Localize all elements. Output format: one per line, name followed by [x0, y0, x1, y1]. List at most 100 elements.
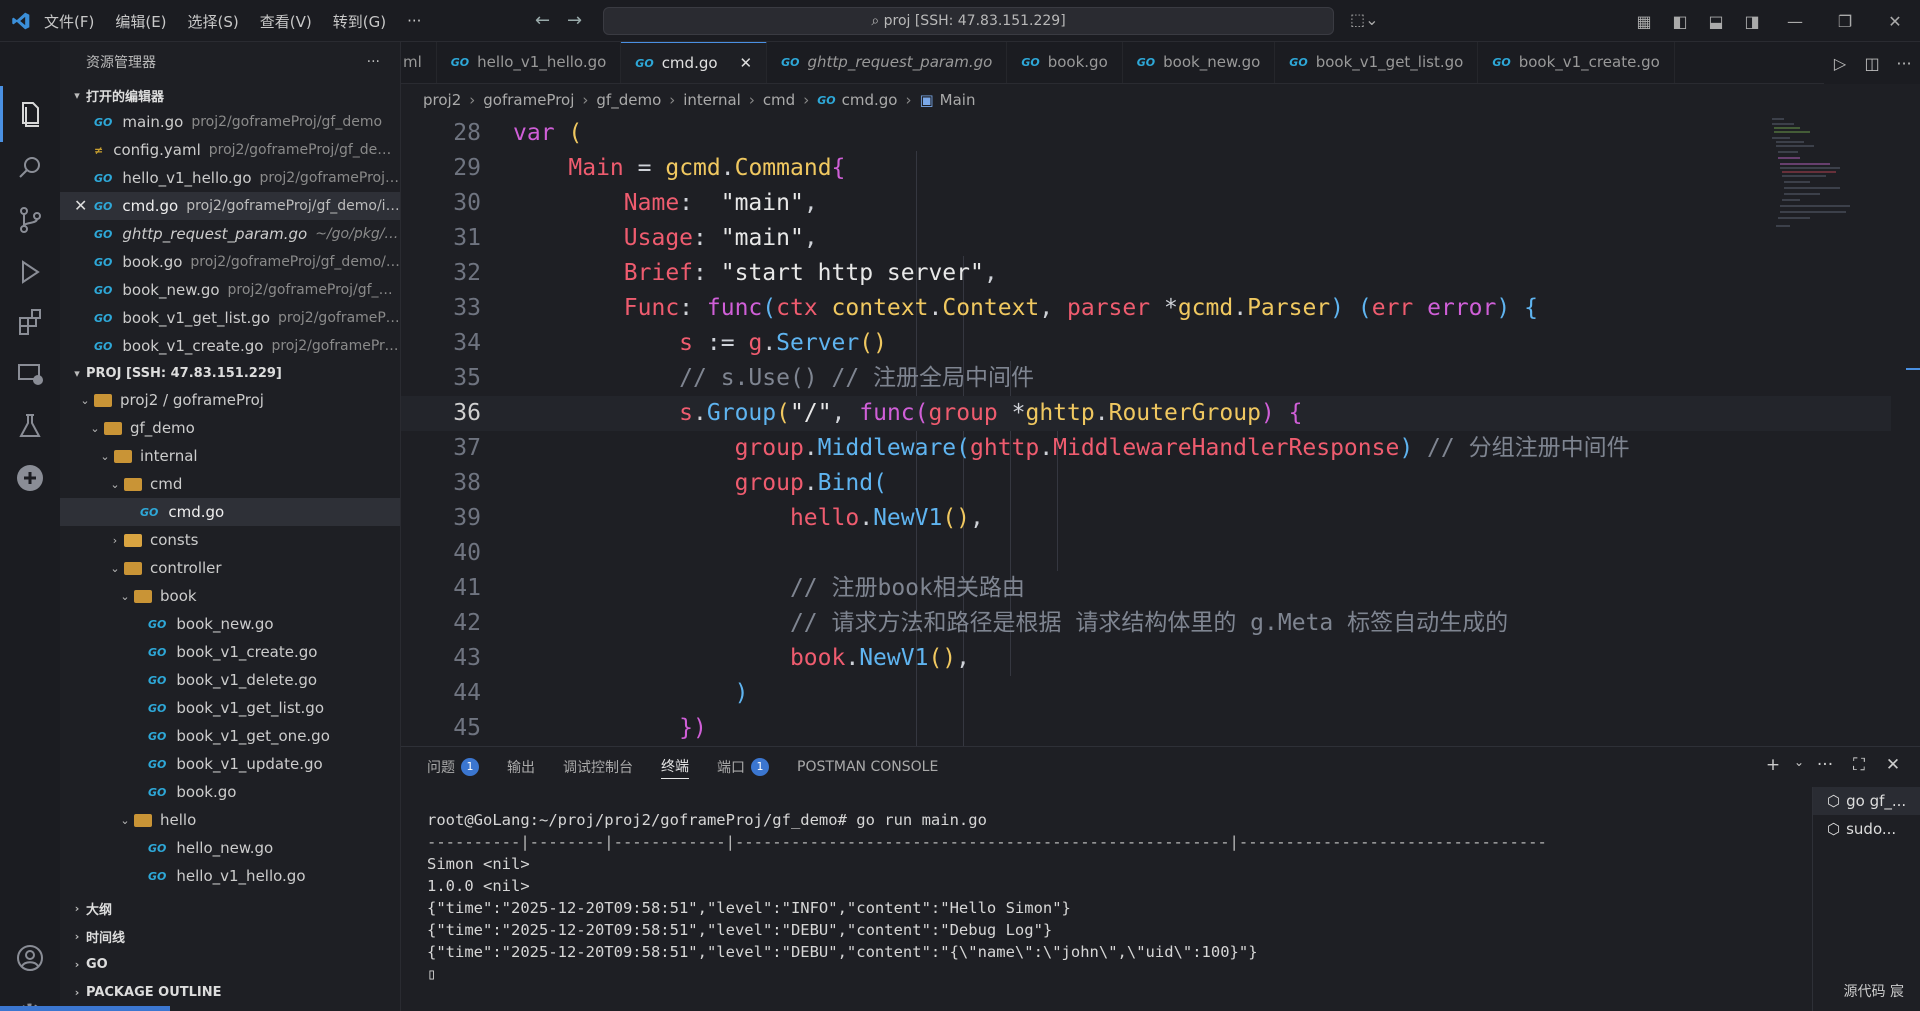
tree-file-selected[interactable]: GO cmd.go: [60, 498, 400, 526]
tab-cmd-active[interactable]: GO cmd.go ✕: [621, 42, 768, 83]
tree-folder[interactable]: ⌄ gf_demo: [60, 414, 400, 442]
explorer-icon[interactable]: [14, 98, 46, 130]
maximize-panel-icon[interactable]: ⛶: [1842, 755, 1876, 775]
toggle-panel-icon[interactable]: ⬓: [1698, 12, 1734, 31]
copilot-chat-icon[interactable]: ⬚⌄: [1350, 10, 1379, 29]
tree-file[interactable]: GO book_v1_update.go: [60, 750, 400, 778]
tab-ports[interactable]: 端口 1: [717, 757, 769, 777]
active-indicator: [0, 86, 3, 142]
open-editor-item[interactable]: ≠ config.yaml proj2/goframeProj/gf_dem...: [60, 136, 400, 164]
tab-book-v1-get-list[interactable]: GO book_v1_get_list.go: [1275, 42, 1479, 83]
breadcrumb-item[interactable]: Main: [940, 91, 976, 109]
tree-file[interactable]: GO book_v1_get_one.go: [60, 722, 400, 750]
tab-book[interactable]: GO book.go: [1007, 42, 1123, 83]
go-section[interactable]: › GO: [60, 950, 400, 978]
timeline-section[interactable]: › 时间线: [60, 922, 400, 950]
restore-icon[interactable]: ❐: [1820, 12, 1870, 31]
menu-more[interactable]: ···: [407, 12, 421, 30]
chevron-down-icon[interactable]: ⌄: [1790, 755, 1808, 775]
tab-debug-console[interactable]: 调试控制台: [563, 757, 633, 777]
more-actions-icon[interactable]: ···: [1888, 54, 1920, 73]
menu-selection[interactable]: 选择(S): [188, 11, 239, 32]
back-arrow-icon[interactable]: ←: [535, 10, 550, 31]
remote-status-indicator[interactable]: [0, 1006, 170, 1011]
open-editor-item[interactable]: GO book.go proj2/goframeProj/gf_demo/a...: [60, 248, 400, 276]
project-section[interactable]: ▾ PROJ [SSH: 47.83.151.229]: [60, 360, 400, 386]
gitlens-icon[interactable]: [14, 462, 46, 494]
tree-folder[interactable]: ⌄ hello: [60, 806, 400, 834]
breadcrumb-item[interactable]: goframeProj: [483, 91, 574, 109]
menu-go[interactable]: 转到(G): [333, 11, 386, 32]
tab-postman-console[interactable]: POSTMAN CONSOLE: [797, 759, 938, 775]
menu-view[interactable]: 查看(V): [260, 11, 312, 32]
open-editors-section[interactable]: ▾ 打开的编辑器: [60, 82, 400, 108]
tree-file[interactable]: GO book_v1_delete.go: [60, 666, 400, 694]
source-control-icon[interactable]: [14, 204, 46, 236]
terminal-item[interactable]: ⬡ sudo...: [1813, 815, 1920, 843]
remote-explorer-icon[interactable]: [14, 358, 46, 390]
tab-ghttp-request-param[interactable]: GO ghttp_request_param.go: [767, 42, 1008, 83]
split-editor-icon[interactable]: ◫: [1856, 54, 1888, 73]
open-editor-item[interactable]: GO book_v1_create.go proj2/goframeProj...: [60, 332, 400, 360]
tree-folder[interactable]: ⌄ cmd: [60, 470, 400, 498]
minimap[interactable]: [1770, 116, 1860, 256]
terminal-item[interactable]: ⬡ go gf_...: [1813, 787, 1920, 815]
open-editor-item-active[interactable]: ✕ GO cmd.go proj2/goframeProj/gf_demo/in...: [60, 192, 400, 220]
open-editor-item[interactable]: GO hello_v1_hello.go proj2/goframeProj/g..…: [60, 164, 400, 192]
tree-folder[interactable]: ⌄ proj2 / goframeProj: [60, 386, 400, 414]
open-editor-item[interactable]: GO book_v1_get_list.go proj2/goframePro...: [60, 304, 400, 332]
more-actions-icon[interactable]: ···: [367, 54, 380, 70]
run-icon[interactable]: ▷: [1824, 54, 1856, 73]
close-icon[interactable]: ✕: [74, 196, 87, 215]
package-outline-section[interactable]: › PACKAGE OUTLINE: [60, 978, 400, 1006]
tab-hello-v1-hello[interactable]: GO hello_v1_hello.go: [437, 42, 622, 83]
open-editor-item[interactable]: GO main.go proj2/goframeProj/gf_demo: [60, 108, 400, 136]
code-editor[interactable]: 28 var ( 29 Main = gcmd.Command{ 30 Name:…: [401, 116, 1920, 746]
account-icon[interactable]: [14, 942, 46, 974]
new-terminal-icon[interactable]: +: [1756, 755, 1790, 775]
tree-folder[interactable]: ⌄ book: [60, 582, 400, 610]
more-actions-icon[interactable]: ···: [1808, 755, 1842, 775]
toggle-sidebar-icon[interactable]: ◧: [1662, 12, 1698, 31]
tab-output[interactable]: 输出: [507, 757, 535, 777]
tab-yaml-partial[interactable]: ml: [401, 42, 437, 83]
close-panel-icon[interactable]: ✕: [1876, 755, 1910, 775]
tree-folder[interactable]: ⌄ internal: [60, 442, 400, 470]
breadcrumb-item[interactable]: cmd: [763, 91, 795, 109]
breadcrumb-item[interactable]: internal: [683, 91, 741, 109]
tree-file[interactable]: GO book_new.go: [60, 610, 400, 638]
tree-file[interactable]: GO book.go: [60, 778, 400, 806]
breadcrumb-item[interactable]: proj2: [423, 91, 461, 109]
tree-file[interactable]: GO hello_v1_hello.go: [60, 862, 400, 890]
command-center-search[interactable]: ⌕ proj [SSH: 47.83.151.229]: [603, 7, 1334, 35]
search-view-icon[interactable]: [14, 152, 46, 184]
tree-file[interactable]: GO hello_new.go: [60, 834, 400, 862]
chevron-down-icon: ⌄: [120, 589, 130, 603]
tab-book-new[interactable]: GO book_new.go: [1123, 42, 1276, 83]
breadcrumb-item[interactable]: cmd.go: [842, 91, 898, 109]
run-debug-icon[interactable]: [14, 256, 46, 288]
status-right[interactable]: 源代码 宸: [1844, 981, 1904, 1001]
minimize-icon[interactable]: —: [1770, 12, 1820, 31]
tree-folder[interactable]: ⌄ controller: [60, 554, 400, 582]
customize-layout-icon[interactable]: ▦: [1626, 12, 1662, 31]
close-icon[interactable]: ✕: [740, 54, 753, 72]
toggle-secondary-sidebar-icon[interactable]: ◨: [1734, 12, 1770, 31]
tree-folder[interactable]: › consts: [60, 526, 400, 554]
extensions-icon[interactable]: [14, 306, 46, 338]
forward-arrow-icon[interactable]: →: [567, 10, 582, 31]
open-editor-item[interactable]: GO ghttp_request_param.go ~/go/pkg/mo...: [60, 220, 400, 248]
tab-problems[interactable]: 问题 1: [427, 757, 479, 777]
close-window-icon[interactable]: ✕: [1870, 12, 1920, 31]
open-editor-item[interactable]: GO book_new.go proj2/goframeProj/gf_de...: [60, 276, 400, 304]
terminal-output[interactable]: root@GoLang:~/proj/proj2/goframeProj/gf_…: [427, 809, 1547, 985]
menu-file[interactable]: 文件(F): [44, 11, 94, 32]
outline-section[interactable]: › 大纲: [60, 894, 400, 922]
tab-book-v1-create[interactable]: GO book_v1_create.go: [1478, 42, 1675, 83]
tree-file[interactable]: GO book_v1_create.go: [60, 638, 400, 666]
breadcrumb-item[interactable]: gf_demo: [596, 91, 661, 109]
tab-terminal[interactable]: 终端: [661, 756, 689, 779]
menu-edit[interactable]: 编辑(E): [115, 11, 166, 32]
testing-icon[interactable]: [14, 410, 46, 442]
tree-file[interactable]: GO book_v1_get_list.go: [60, 694, 400, 722]
